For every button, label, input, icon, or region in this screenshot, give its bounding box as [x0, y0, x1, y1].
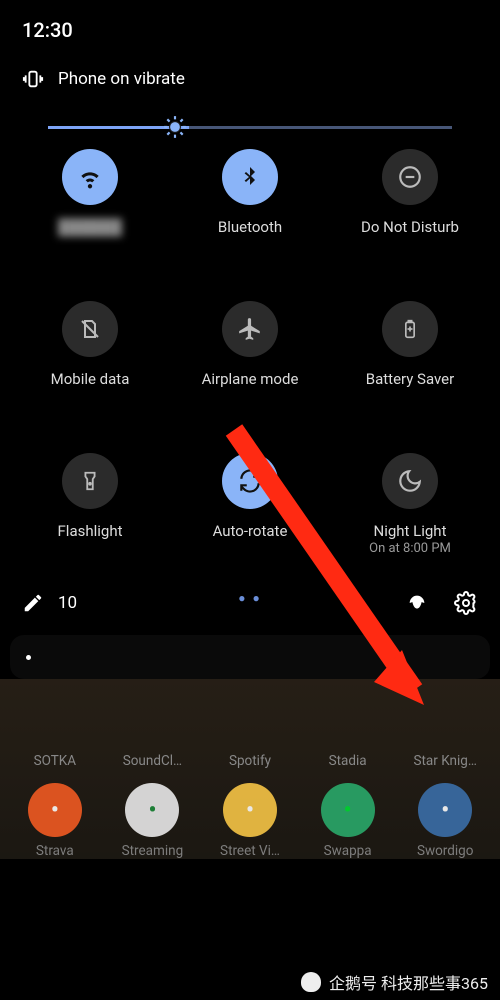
watermark: 企鹅号 科技那些事365 — [301, 970, 488, 994]
ringer-mode-label: Phone on vibrate — [58, 69, 185, 89]
penguin-icon — [301, 972, 321, 992]
home-app[interactable]: • Swordigo — [398, 783, 492, 859]
app-label: Swordigo — [417, 843, 474, 859]
qs-tile-label: Flashlight — [58, 523, 123, 540]
nosim-icon — [62, 301, 118, 357]
qs-tile-flashlight[interactable]: Flashlight — [10, 453, 170, 563]
qs-tile-airplane[interactable]: Airplane mode — [170, 301, 330, 411]
home-app[interactable]: • Streaming — [106, 783, 200, 859]
home-screen-background: SOTKA SoundCl… Spotify Stadia Star Knig… • St… — [0, 679, 500, 859]
ringer-mode-row[interactable]: Phone on vibrate — [0, 50, 500, 110]
wifi-icon — [62, 149, 118, 205]
app-label: SOTKA — [34, 753, 76, 769]
qs-tile-label: Night LightOn at 8:00 PM — [369, 523, 451, 557]
app-label: Strava — [36, 843, 74, 859]
app-icon: • — [418, 783, 472, 837]
qs-tile-label: Battery Saver — [366, 371, 454, 388]
edit-tiles-button[interactable] — [22, 592, 44, 614]
home-app[interactable]: • Swappa — [301, 783, 395, 859]
app-label: Streaming — [122, 843, 184, 859]
qs-tile-battery[interactable]: Battery Saver — [330, 301, 490, 411]
battery-icon — [382, 301, 438, 357]
media-notification-bar[interactable] — [10, 635, 490, 679]
settings-button[interactable] — [454, 591, 478, 615]
home-app[interactable]: Spotify — [203, 693, 297, 769]
brightness-slider[interactable] — [0, 110, 500, 143]
user-count: 10 — [58, 593, 77, 613]
qs-tile-label: Do Not Disturb — [361, 219, 459, 236]
dnd-icon — [382, 149, 438, 205]
airplane-icon — [222, 301, 278, 357]
app-label: Spotify — [229, 753, 271, 769]
qs-tile-label: Airplane mode — [202, 371, 299, 388]
app-label: Swappa — [324, 843, 372, 859]
home-app[interactable]: • Strava — [8, 783, 102, 859]
app-label: Street Vi… — [220, 843, 280, 859]
bluetooth-icon — [222, 149, 278, 205]
app-icon: • — [28, 783, 82, 837]
status-bar: 12:30 — [0, 0, 500, 50]
qs-tile-wifi[interactable]: ██████ — [10, 149, 170, 259]
vibrate-icon — [22, 68, 44, 90]
qs-tile-label: Bluetooth — [218, 219, 282, 236]
app-label: Stadia — [329, 753, 367, 769]
home-app[interactable]: SOTKA — [8, 693, 102, 769]
home-app[interactable]: Stadia — [301, 693, 395, 769]
qs-tile-sublabel: On at 8:00 PM — [369, 542, 451, 557]
qs-tile-autorotate[interactable]: Auto-rotate — [170, 453, 330, 563]
media-indicator-dot — [26, 655, 31, 660]
app-label: SoundCl… — [123, 753, 182, 769]
clock-time: 12:30 — [22, 18, 73, 42]
multi-user-button[interactable] — [406, 592, 428, 614]
app-icon: • — [125, 783, 179, 837]
home-app[interactable]: • Street Vi… — [203, 783, 297, 859]
app-label: Star Knig… — [414, 753, 477, 769]
app-icon: • — [223, 783, 277, 837]
qs-tile-nightlight[interactable]: Night LightOn at 8:00 PM — [330, 453, 490, 563]
qs-tile-bluetooth[interactable]: Bluetooth — [170, 149, 330, 259]
app-icon: • — [321, 783, 375, 837]
qs-tile-label: Mobile data — [51, 371, 130, 388]
qs-tiles-grid: ██████ Bluetooth Do Not Disturb Mobile data… — [0, 143, 500, 567]
watermark-text: 企鹅号 科技那些事365 — [329, 970, 488, 994]
home-app[interactable]: Star Knig… — [398, 693, 492, 769]
qs-tile-mobiledata[interactable]: Mobile data — [10, 301, 170, 411]
qs-tile-label: ██████ — [58, 219, 122, 236]
rotate-icon — [222, 453, 278, 509]
qs-tile-label: Auto-rotate — [213, 523, 288, 540]
slider-track — [48, 126, 452, 129]
page-indicator: ● ● — [238, 591, 261, 605]
slider-thumb[interactable] — [162, 114, 188, 140]
flashlight-icon — [62, 453, 118, 509]
qs-footer: 10 ● ● — [0, 567, 500, 629]
moon-icon — [382, 453, 438, 509]
qs-tile-dnd[interactable]: Do Not Disturb — [330, 149, 490, 259]
home-app[interactable]: SoundCl… — [106, 693, 200, 769]
